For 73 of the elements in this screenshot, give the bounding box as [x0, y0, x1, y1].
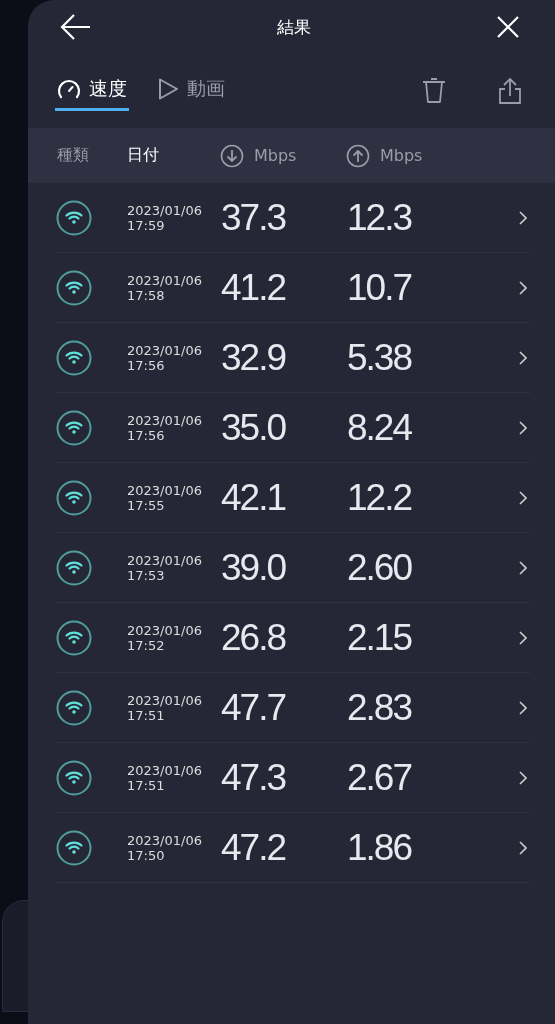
- play-icon: [157, 76, 179, 101]
- download-speed: 47.2: [221, 826, 287, 869]
- wifi-icon: [56, 829, 92, 866]
- time-text: 17:52: [127, 637, 166, 653]
- time-text: 17:55: [127, 497, 166, 513]
- time-text: 17:51: [127, 777, 166, 793]
- date-text: 2023/01/06: [127, 202, 203, 218]
- upload-speed: 2.83: [347, 686, 413, 729]
- column-header[interactable]: 種類: [57, 145, 127, 166]
- column-header[interactable]: Mbps: [220, 143, 346, 168]
- upload-speed: 12.2: [347, 476, 413, 519]
- download-speed: 32.9: [221, 336, 287, 379]
- chevron-icon[interactable]: [519, 840, 527, 855]
- date-text: 2023/01/06: [127, 622, 203, 638]
- date-text: 2023/01/06: [127, 272, 203, 288]
- screen-title: 結果: [277, 15, 311, 39]
- date-text: 2023/01/06: [127, 342, 203, 358]
- back-arrow-icon[interactable]: [60, 13, 92, 41]
- chevron-icon[interactable]: [519, 210, 527, 225]
- column-header[interactable]: Mbps: [346, 143, 423, 168]
- time-text: 17:53: [127, 567, 166, 583]
- download-speed: 26.8: [221, 616, 287, 659]
- upload-speed: 2.60: [347, 546, 413, 589]
- chevron-icon[interactable]: [519, 770, 527, 785]
- download-speed: 42.1: [221, 476, 287, 519]
- wifi-icon: [56, 549, 92, 586]
- chevron-icon[interactable]: [519, 630, 527, 645]
- upload-speed: 10.7: [347, 266, 413, 309]
- download-speed: 47.7: [221, 686, 287, 729]
- download-speed: 41.2: [221, 266, 287, 309]
- time-text: 17:59: [127, 217, 166, 233]
- chevron-icon[interactable]: [519, 350, 527, 365]
- wifi-icon: [56, 199, 92, 236]
- date-text: 2023/01/06: [127, 692, 203, 708]
- column-header[interactable]: 日付: [127, 145, 220, 166]
- date-text: 2023/01/06: [127, 482, 203, 498]
- chevron-icon[interactable]: [519, 700, 527, 715]
- close-icon[interactable]: [496, 15, 520, 39]
- upload-speed: 2.67: [347, 756, 413, 799]
- download-speed: 39.0: [221, 546, 287, 589]
- time-text: 17:51: [127, 707, 166, 723]
- wifi-icon: [56, 269, 92, 306]
- tab[interactable]: 速度: [55, 71, 129, 111]
- wifi-icon: [56, 759, 92, 796]
- chevron-icon[interactable]: [519, 420, 527, 435]
- upload-speed: 8.24: [347, 406, 413, 449]
- share-icon[interactable]: [497, 77, 523, 105]
- wifi-icon: [56, 619, 92, 656]
- download-speed: 35.0: [221, 406, 287, 449]
- date-text: 2023/01/06: [127, 552, 203, 568]
- chevron-icon[interactable]: [519, 560, 527, 575]
- chevron-icon[interactable]: [519, 280, 527, 295]
- gauge-icon: [57, 77, 81, 100]
- date-text: 2023/01/06: [127, 832, 203, 848]
- upload-speed: 1.86: [347, 826, 413, 869]
- wifi-icon: [56, 409, 92, 446]
- date-text: 2023/01/06: [127, 412, 203, 428]
- upload-speed: 5.38: [347, 336, 413, 379]
- tab[interactable]: 動画: [155, 71, 227, 111]
- wifi-icon: [56, 479, 92, 516]
- upload-speed: 12.3: [347, 196, 413, 239]
- download-speed: 37.3: [221, 196, 287, 239]
- wifi-icon: [56, 339, 92, 376]
- wifi-icon: [56, 689, 92, 726]
- time-text: 17:50: [127, 847, 166, 863]
- date-text: 2023/01/06: [127, 762, 203, 778]
- time-text: 17:58: [127, 287, 166, 303]
- upload-speed: 2.15: [347, 616, 413, 659]
- chevron-icon[interactable]: [519, 490, 527, 505]
- time-text: 17:56: [127, 357, 166, 373]
- time-text: 17:56: [127, 427, 166, 443]
- trash-icon[interactable]: [421, 77, 447, 105]
- download-speed: 47.3: [221, 756, 287, 799]
